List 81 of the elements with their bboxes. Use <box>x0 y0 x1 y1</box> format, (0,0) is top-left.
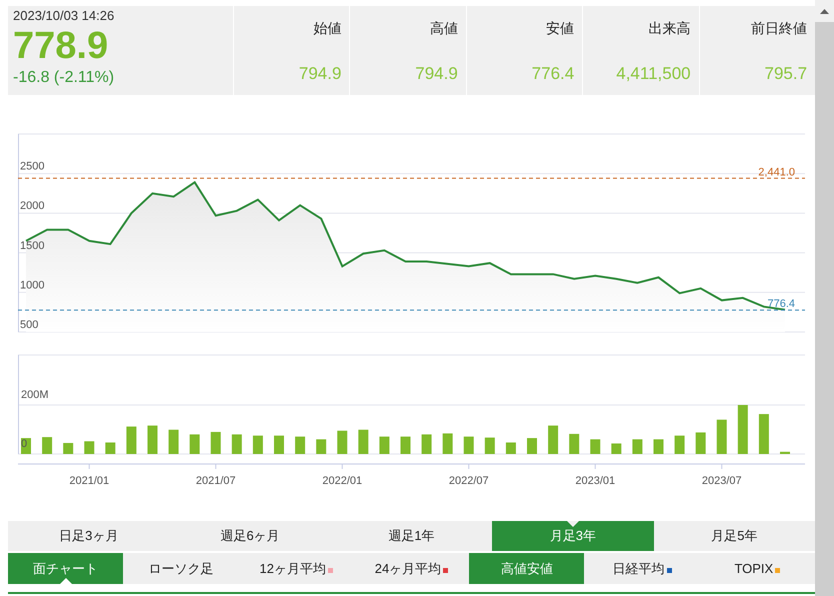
volume-bar <box>780 452 790 454</box>
chart-option-tab[interactable]: 日経平均 <box>584 553 700 584</box>
volume-bar <box>316 439 326 454</box>
period-tab[interactable]: 週足6ヶ月 <box>169 521 331 551</box>
stat-value: 794.9 <box>415 63 458 85</box>
period-tab[interactable]: 月足5年 <box>654 521 816 551</box>
chart-option-tab[interactable]: 高値安値 <box>469 553 584 584</box>
volume-bar <box>569 434 580 454</box>
chart-option-tab[interactable]: 12ヶ月平均 <box>238 553 354 584</box>
stat-value: 795.7 <box>764 63 808 85</box>
scrollbar[interactable] <box>815 0 834 596</box>
volume-bar <box>42 437 52 454</box>
volume-bar <box>337 430 348 454</box>
volume-bar <box>21 438 31 454</box>
volume-bar <box>654 439 664 454</box>
volume-bar <box>379 436 390 454</box>
volume-bar <box>696 432 706 454</box>
volume-bar <box>632 439 642 454</box>
volume-bar <box>168 430 179 454</box>
chart-option-tab[interactable]: 面チャート <box>8 553 124 584</box>
axis-label: 2021/01 <box>69 475 110 487</box>
chart-option-tab[interactable]: ローソク足 <box>123 553 239 584</box>
period-tab[interactable]: 月足3年 <box>492 521 654 551</box>
volume-bar <box>84 441 94 454</box>
stat-value: 4,411,500 <box>616 63 691 85</box>
volume-bar <box>252 436 263 454</box>
volume-bar <box>232 434 242 454</box>
volume-bar <box>611 443 622 454</box>
notch-icon <box>566 521 579 527</box>
volume-bar <box>210 432 221 454</box>
volume-bar <box>674 436 685 454</box>
axis-label: 0 <box>21 438 28 450</box>
current-price: 778.9 <box>13 24 110 68</box>
volume-bar <box>464 436 474 454</box>
volume-bar <box>738 405 748 454</box>
axis-label: 1500 <box>20 240 44 252</box>
period-tab[interactable]: 日足3ヶ月 <box>8 521 170 551</box>
volume-bar <box>105 442 116 454</box>
axis-label: 1000 <box>20 279 44 292</box>
axis-label: 2021/07 <box>196 475 236 487</box>
chart-option-tab[interactable]: TOPIX <box>700 553 815 584</box>
stat-value: 794.9 <box>298 63 342 85</box>
volume-bar <box>63 442 74 454</box>
axis-label: 2500 <box>20 160 44 173</box>
volume-bar <box>527 438 537 454</box>
axis-label: 2023/01 <box>575 475 616 487</box>
volume-bar <box>716 420 727 454</box>
stat-label: 始値 <box>313 19 342 38</box>
stat-label: 安値 <box>546 19 574 38</box>
scroll-up-icon[interactable] <box>820 8 829 14</box>
axis-label: 500 <box>20 319 38 331</box>
axis-label: 2000 <box>20 200 44 212</box>
volume-bar <box>295 436 306 454</box>
axis-label: 2023/07 <box>702 475 742 487</box>
stat-label: 出来高 <box>648 19 691 38</box>
reference-label: 2,441.0 <box>758 166 795 178</box>
volume-bar <box>358 430 368 454</box>
axis-label: 2022/07 <box>448 475 489 487</box>
period-tab[interactable]: 週足1年 <box>330 521 492 551</box>
stat-label: 前日終値 <box>751 19 808 38</box>
volume-bar <box>190 434 200 454</box>
volume-bar <box>126 426 136 454</box>
chart-option-tab[interactable]: 24ヶ月平均 <box>354 553 470 584</box>
stat-value: 776.4 <box>532 63 574 85</box>
volume-bar <box>148 426 158 454</box>
volume-bar <box>274 436 284 454</box>
volume-bar <box>590 439 600 454</box>
notch-icon <box>60 578 72 584</box>
stat-label: 高値 <box>430 19 458 38</box>
volume-bar <box>758 414 769 454</box>
axis-label: 2022/01 <box>322 475 362 487</box>
quote-datetime: 2023/10/03 14:26 <box>13 8 116 24</box>
volume-bar <box>548 426 558 454</box>
volume-bar <box>506 442 516 454</box>
volume-bar <box>484 438 495 454</box>
volume-bar <box>422 434 432 454</box>
axis-label: 200M <box>21 389 49 401</box>
reference-label: 776.4 <box>767 298 795 310</box>
volume-bar <box>442 433 453 454</box>
volume-bar <box>400 436 410 454</box>
price-change: -16.8 (-2.11%) <box>13 68 116 88</box>
